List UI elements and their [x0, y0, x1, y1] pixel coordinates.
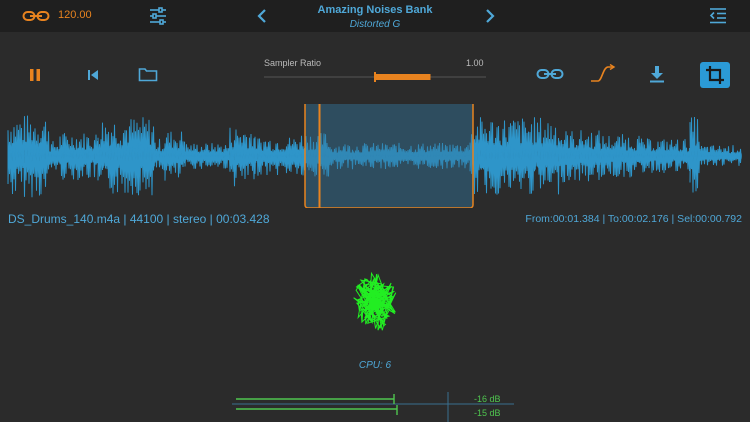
pause-icon[interactable]: [28, 68, 42, 82]
rewind-icon[interactable]: [86, 68, 100, 82]
bank-title[interactable]: Amazing Noises Bank: [290, 4, 460, 16]
crop-button[interactable]: [700, 62, 730, 88]
download-icon[interactable]: [649, 65, 665, 83]
waveform-display[interactable]: [0, 104, 750, 208]
sampler-ratio-value: 1.00: [466, 58, 484, 68]
cpu-readout: CPU: 6: [358, 360, 392, 371]
db-left-label: -16 dB: [474, 394, 501, 404]
sampler-ratio-slider[interactable]: [264, 70, 486, 84]
file-info: DS_Drums_140.m4a | 44100 | stereo | 00:0…: [8, 212, 270, 226]
playhead[interactable]: [318, 104, 321, 208]
goniometer-scope: [353, 271, 397, 331]
chevron-right-icon[interactable]: [484, 7, 496, 25]
db-right-label: -15 dB: [474, 408, 501, 418]
curve-icon[interactable]: [590, 64, 616, 84]
menu-icon[interactable]: [708, 6, 728, 26]
crop-icon: [706, 66, 724, 84]
link-icon[interactable]: [536, 66, 564, 82]
selection-info: From:00:01.384 | To:00:02.176 | Sel:00:0…: [525, 213, 742, 225]
top-bar: 120.00 Amazing Noises Bank Distorted G: [0, 0, 750, 32]
chevron-left-icon[interactable]: [256, 7, 268, 25]
tempo-link-icon[interactable]: [22, 8, 50, 24]
sampler-ratio-label: Sampler Ratio: [264, 58, 322, 68]
folder-icon[interactable]: [138, 66, 158, 82]
tempo-value[interactable]: 120.00: [58, 9, 92, 21]
preset-name[interactable]: Distorted G: [290, 19, 460, 30]
selection-region[interactable]: [304, 104, 474, 208]
mixer-sliders-icon[interactable]: [148, 6, 168, 26]
